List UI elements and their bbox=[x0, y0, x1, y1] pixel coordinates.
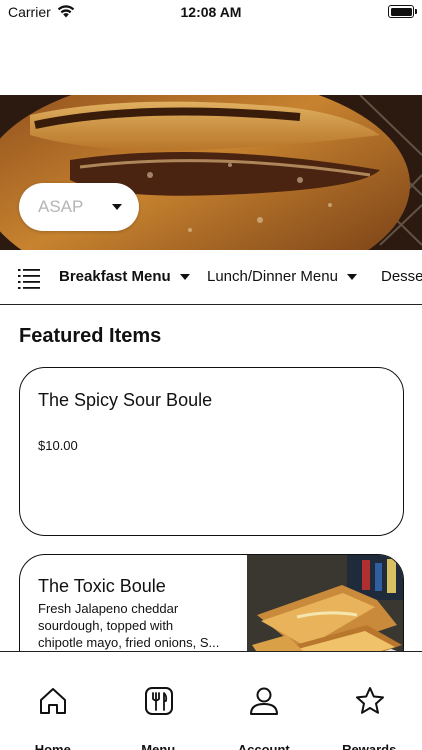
nav-rewards[interactable]: Rewards bbox=[317, 652, 422, 750]
nav-label: Rewards bbox=[342, 742, 397, 750]
status-time: 12:08 AM bbox=[180, 4, 242, 20]
status-bar: Carrier 12:08 AM bbox=[0, 0, 422, 26]
caret-down-icon bbox=[112, 204, 122, 210]
nav-home[interactable]: Home bbox=[0, 652, 106, 750]
tab-label: Breakfast Menu bbox=[59, 268, 171, 285]
account-icon bbox=[250, 687, 278, 715]
tab-lunch-dinner-menu[interactable]: Lunch/Dinner Menu bbox=[207, 268, 357, 285]
featured-item-card[interactable]: The Spicy Sour Boule $10.00 bbox=[19, 367, 404, 536]
item-description: Fresh Jalapeno cheddar sourdough, topped… bbox=[38, 600, 228, 651]
bottom-navigation: Home Menu Account Rewards bbox=[0, 651, 422, 750]
item-price: $10.00 bbox=[38, 438, 78, 453]
item-description-line: chipotle mayo, fried onions, S... bbox=[38, 635, 220, 650]
battery-icon bbox=[388, 5, 417, 18]
home-icon bbox=[40, 688, 66, 714]
nav-label: Home bbox=[34, 742, 71, 750]
featured-items-title: Featured Items bbox=[19, 325, 162, 347]
item-description-line: sourdough, topped with bbox=[38, 618, 174, 633]
star-icon bbox=[355, 687, 384, 714]
menu-tabs: Breakfast Menu Lunch/Dinner Menu Desse bbox=[0, 252, 422, 305]
menu-utensils-icon bbox=[144, 687, 173, 715]
item-name: The Spicy Sour Boule bbox=[38, 390, 213, 410]
nav-label: Account bbox=[237, 742, 290, 750]
order-time-value: ASAP bbox=[38, 197, 84, 216]
nav-label: Menu bbox=[141, 742, 176, 750]
tab-label: Lunch/Dinner Menu bbox=[207, 268, 338, 285]
item-description-line: Fresh Jalapeno cheddar bbox=[38, 601, 179, 616]
caret-down-icon bbox=[346, 273, 357, 280]
list-icon[interactable] bbox=[18, 267, 40, 289]
tab-breakfast-menu[interactable]: Breakfast Menu bbox=[59, 268, 190, 285]
order-time-dropdown[interactable]: ASAP bbox=[19, 183, 139, 231]
tab-label: Desse bbox=[381, 268, 422, 285]
tab-dessert-menu[interactable]: Desse bbox=[381, 268, 422, 285]
nav-account[interactable]: Account bbox=[211, 652, 317, 750]
item-name: The Toxic Boule bbox=[38, 576, 166, 596]
nav-menu[interactable]: Menu bbox=[106, 652, 212, 750]
caret-down-icon bbox=[179, 273, 190, 280]
